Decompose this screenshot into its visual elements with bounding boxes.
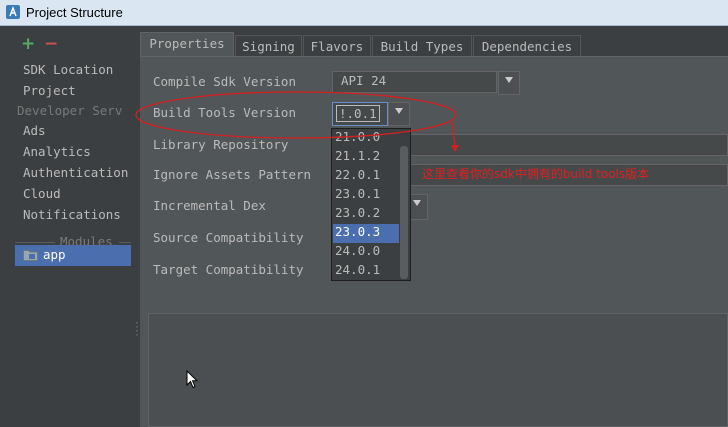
annotation-arrow-line — [451, 121, 456, 147]
annotation-arrowhead — [451, 145, 459, 152]
mouse-cursor-icon — [186, 370, 199, 389]
annotation-text: 这里查看你的sdk中拥有的build tools版本 — [422, 167, 650, 181]
annotation-ellipse — [135, 91, 457, 139]
annotation-overlay — [135, 91, 459, 152]
